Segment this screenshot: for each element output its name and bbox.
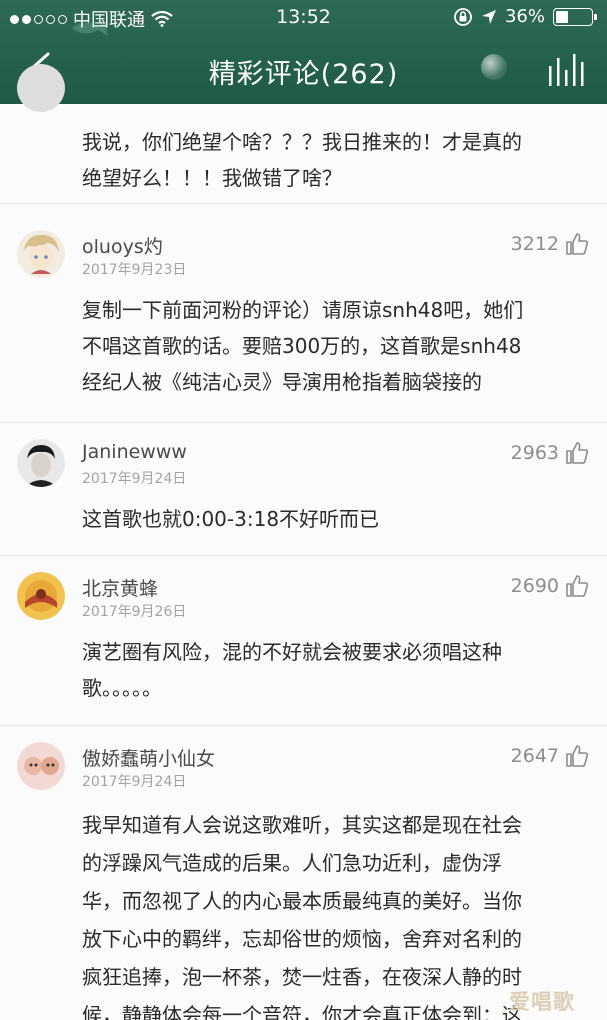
comment-text: 我说，你们绝望个啥？？？我日推来的！才是真的 绝望好么！！！我做错了啥？: [82, 124, 587, 196]
comment-line: 我早知道有人会说这歌难听，其实这都是现在社会: [82, 813, 522, 837]
comment-item: 傲娇蠢萌小仙女 2017年9月24日 2647 我早知道有人会说这歌难听，其实这…: [0, 726, 607, 1020]
navbar: 精彩评论(262): [0, 34, 607, 104]
avatar[interactable]: [17, 439, 65, 487]
bubble-decoration-icon: [481, 54, 507, 80]
comment-line: 的浮躁风气造成的后果。人们急功近利，虚伪浮: [82, 851, 502, 875]
username[interactable]: 北京黄蜂: [82, 574, 158, 601]
like-count: 2647: [510, 745, 559, 767]
comment-text: 这首歌也就0:00-3:18不好听而已: [82, 501, 587, 537]
thumbs-up-icon: [566, 442, 589, 464]
equalizer-icon[interactable]: [547, 52, 585, 86]
comment-date: 2017年9月24日: [82, 774, 187, 790]
avatar: [17, 64, 65, 112]
comment-item: oluoys灼 2017年9月23日 3212 复制一下前面河粉的评论）请原谅s…: [0, 204, 607, 423]
avatar[interactable]: [17, 742, 65, 790]
comment-date: 2017年9月24日: [82, 471, 187, 487]
like-button[interactable]: 2963: [511, 441, 589, 465]
thumbs-up-icon: [566, 233, 589, 255]
comment-line: 歌。。。。。: [82, 676, 162, 700]
like-button[interactable]: 2647: [511, 744, 589, 768]
comment-line: 我说，你们绝望个啥？？？我日推来的！才是真的: [82, 130, 522, 154]
comment-line: 华，而忽视了人的内心最本质最纯真的美好。当你: [82, 889, 522, 913]
like-count: 2963: [510, 442, 559, 464]
username[interactable]: 傲娇蠢萌小仙女: [82, 744, 215, 771]
comment-line: 演艺圈有风险，混的不好就会被要求必须唱这种: [82, 640, 502, 664]
like-button[interactable]: 2690: [511, 574, 589, 598]
avatar[interactable]: [17, 572, 65, 620]
page-title: 精彩评论(262): [208, 59, 399, 90]
comment-line: 经纪人被《纯洁心灵》导演用枪指着脑袋接的: [82, 370, 482, 394]
watermark: 爱唱歌: [509, 990, 575, 1014]
comment-text: 演艺圈有风险，混的不好就会被要求必须唱这种 歌。。。。。: [82, 634, 587, 706]
comment-item: 北京黄蜂 2017年9月26日 2690 演艺圈有风险，混的不好就会被要求必须唱…: [0, 556, 607, 726]
comment-line: 放下心中的羁绊，忘却俗世的烦恼，舍弃对名利的: [82, 927, 522, 951]
comment-list: 我说，你们绝望个啥？？？我日推来的！才是真的 绝望好么！！！我做错了啥？ olu…: [0, 64, 607, 1020]
comment-item: Janinewww 2017年9月24日 2963 这首歌也就0:00-3:18…: [0, 423, 607, 556]
avatar[interactable]: [17, 230, 65, 278]
header: 中国联通 13:52 36% 精彩评论(262): [0, 0, 607, 104]
comment-date: 2017年9月26日: [82, 604, 187, 620]
comment-partial: 我说，你们绝望个啥？？？我日推来的！才是真的 绝望好么！！！我做错了啥？: [0, 64, 607, 204]
comment-line: 不唱这首歌的话。要赔300万的，这首歌是snh48: [82, 334, 522, 358]
username[interactable]: Janinewww: [82, 441, 187, 463]
status-bar: 中国联通 13:52 36%: [0, 0, 607, 34]
comment-date: 2017年9月23日: [82, 262, 187, 278]
comment-line: 这首歌也就0:00-3:18不好听而已: [82, 507, 380, 531]
battery-fill: [556, 10, 568, 23]
like-button[interactable]: 3212: [511, 232, 589, 256]
battery-percent: 36%: [504, 6, 545, 27]
comment-text: 复制一下前面河粉的评论）请原谅snh48吧，她们 不唱这首歌的话。要赔300万的…: [82, 292, 587, 400]
location-icon: [481, 9, 496, 24]
thumbs-up-icon: [566, 745, 589, 767]
comment-line: 绝望好么！！！我做错了啥？: [82, 166, 342, 190]
thumbs-up-icon: [566, 575, 589, 597]
battery-icon: [553, 7, 597, 26]
like-count: 2690: [510, 575, 559, 597]
username[interactable]: oluoys灼: [82, 232, 163, 259]
like-count: 3212: [510, 233, 559, 255]
status-right: 36%: [453, 6, 597, 27]
comment-line: 复制一下前面河粉的评论）请原谅snh48吧，她们: [82, 298, 524, 322]
rotation-lock-icon: [454, 7, 472, 26]
